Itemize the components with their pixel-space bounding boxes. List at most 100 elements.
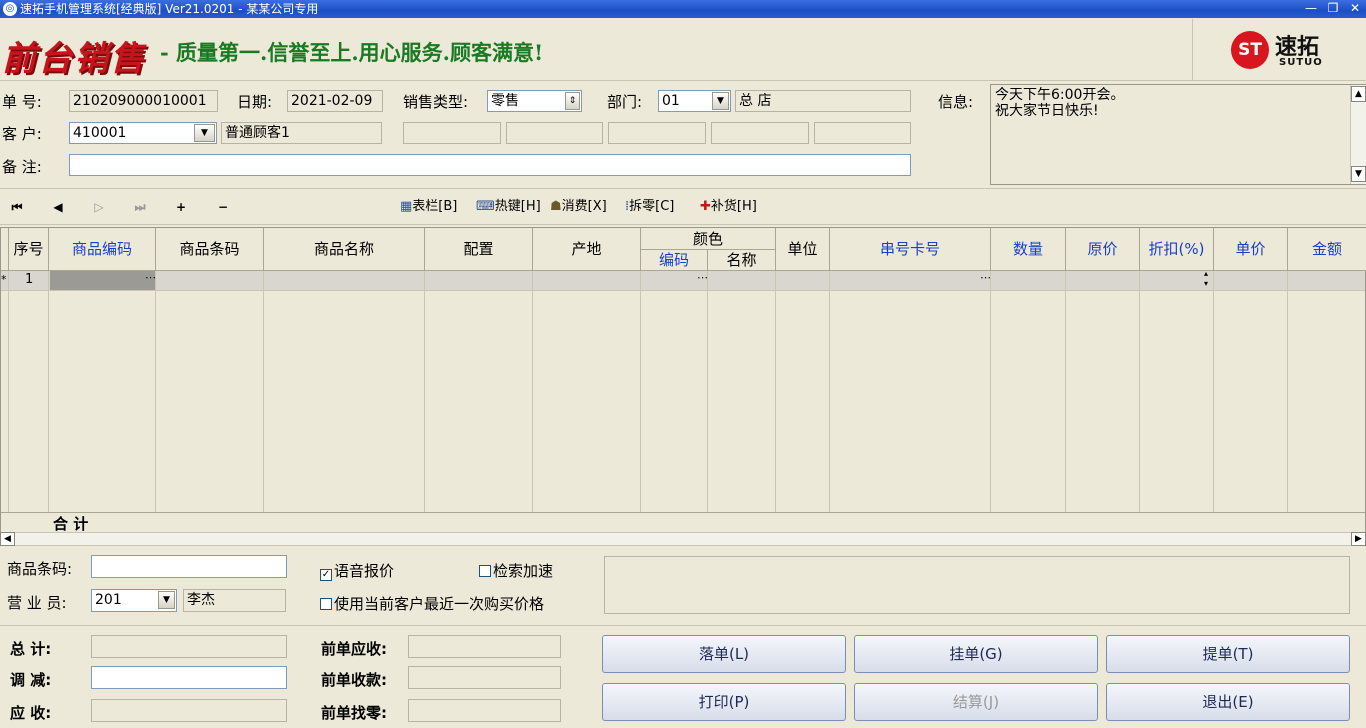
extra-field-3 bbox=[608, 122, 706, 144]
add-row-icon[interactable]: + bbox=[172, 197, 190, 217]
customer-code-select[interactable]: 410001 ▼ bbox=[69, 122, 217, 144]
scroll-left-icon[interactable]: ◀ bbox=[0, 532, 15, 546]
customer-name-field: 普通顾客1 bbox=[221, 122, 382, 144]
close-button[interactable]: ✕ bbox=[1344, 0, 1366, 18]
message-panel bbox=[604, 556, 1350, 614]
hotkey-button[interactable]: ⌨热键[H] bbox=[476, 197, 541, 217]
col-header-config[interactable]: 配置 bbox=[425, 228, 533, 271]
retrieve-order-button[interactable]: 提单(T) bbox=[1106, 635, 1350, 673]
col-header-color-code[interactable]: 编码 bbox=[641, 250, 708, 271]
slogan: - 质量第一.信誉至上.用心服务.顾客满意! bbox=[160, 40, 544, 65]
adjust-input[interactable] bbox=[91, 666, 287, 689]
last-record-icon[interactable]: ⏭ bbox=[131, 197, 149, 217]
voice-checkbox[interactable]: ✓ 语音报价 bbox=[320, 560, 394, 581]
keyboard-icon: ⌨ bbox=[476, 199, 495, 214]
column-settings-label: 表栏[B] bbox=[412, 199, 458, 214]
col-header-product-code[interactable]: 商品编码 bbox=[49, 228, 156, 271]
grid-col bbox=[1066, 271, 1140, 531]
col-header-amount[interactable]: 金额 bbox=[1288, 228, 1366, 271]
place-order-button[interactable]: 落单(L) bbox=[602, 635, 846, 673]
column-settings-button[interactable]: ▦表栏[B] bbox=[400, 197, 457, 217]
split-button[interactable]: ⁞拆零[C] bbox=[625, 197, 674, 217]
consume-label: 消费[X] bbox=[561, 199, 607, 214]
spin-icon[interactable]: ⇕ bbox=[565, 92, 580, 110]
col-header-barcode[interactable]: 商品条码 bbox=[156, 228, 264, 271]
first-record-icon[interactable]: ⏮ bbox=[8, 197, 26, 217]
total-label: 总 计: bbox=[10, 640, 52, 658]
scroll-up-icon[interactable]: ▲ bbox=[1351, 86, 1366, 102]
hold-order-button[interactable]: 挂单(G) bbox=[854, 635, 1098, 673]
chevron-down-icon[interactable]: ▼ bbox=[158, 591, 175, 609]
total-row: 合 计 bbox=[1, 512, 1365, 533]
col-header-product-name[interactable]: 商品名称 bbox=[264, 228, 425, 271]
prev-record-icon[interactable]: ◀ bbox=[49, 197, 67, 217]
chevron-down-icon[interactable]: ▼ bbox=[712, 92, 729, 110]
col-header-color-group: 颜色 bbox=[641, 228, 776, 250]
chevron-down-icon[interactable]: ▼ bbox=[194, 124, 215, 142]
restore-button[interactable]: ❐ bbox=[1322, 0, 1344, 18]
col-header-qty[interactable]: 数量 bbox=[991, 228, 1066, 271]
col-header-seq[interactable]: 序号 bbox=[9, 228, 49, 271]
total-row-label: 合 计 bbox=[53, 515, 89, 533]
sale-type-select[interactable]: 零售 ⇕ bbox=[487, 90, 582, 112]
receivable-field bbox=[91, 699, 287, 722]
banner: 前台销售 - 质量第一.信誉至上.用心服务.顾客满意! bbox=[0, 19, 1366, 81]
grid-col bbox=[49, 271, 156, 531]
last-price-checkbox[interactable]: 使用当前客户最近一次购买价格 bbox=[320, 593, 544, 614]
next-record-icon[interactable]: ▷ bbox=[90, 197, 108, 217]
grid-col bbox=[1140, 271, 1214, 531]
search-speed-checkbox[interactable]: 检索加速 bbox=[479, 560, 553, 581]
row-indicator-header bbox=[1, 228, 9, 271]
info-box[interactable]: 今天下午6:00开会。 祝大家节日快乐! bbox=[990, 84, 1366, 185]
exit-button[interactable]: 退出(E) bbox=[1106, 683, 1350, 721]
dept-code-value: 01 bbox=[662, 93, 680, 109]
sales-name-field: 李杰 bbox=[183, 589, 286, 612]
brand-logo: ST 速拓 SUTUO bbox=[1192, 19, 1366, 81]
sale-type-label: 销售类型: bbox=[403, 93, 469, 111]
barcode-label: 商品条码: bbox=[7, 560, 73, 578]
barcode-input[interactable] bbox=[91, 555, 287, 578]
restock-button[interactable]: ✚补货[H] bbox=[700, 197, 757, 217]
prev-received-label: 前单收款: bbox=[321, 671, 387, 689]
checkbox-icon[interactable] bbox=[479, 565, 491, 577]
col-header-color-name[interactable]: 名称 bbox=[708, 250, 776, 271]
delete-row-icon[interactable]: − bbox=[214, 197, 232, 217]
consume-icon: ☗ bbox=[550, 199, 562, 214]
info-label: 信息: bbox=[938, 93, 974, 111]
col-header-serial[interactable]: 串号卡号 bbox=[830, 228, 991, 271]
brand-name-en: SUTUO bbox=[1279, 57, 1323, 68]
checkbox-checked-icon[interactable]: ✓ bbox=[320, 569, 332, 581]
date-field[interactable]: 2021-02-09 bbox=[287, 90, 383, 112]
print-button[interactable]: 打印(P) bbox=[602, 683, 846, 721]
prev-receivable-label: 前单应收: bbox=[321, 640, 387, 658]
consume-button[interactable]: ☗消费[X] bbox=[550, 197, 607, 217]
sales-grid[interactable]: 序号 商品编码 商品条码 商品名称 配置 产地 颜色 编码 名称 单位 串号卡号… bbox=[0, 227, 1366, 533]
sales-label: 营 业 员: bbox=[7, 594, 67, 612]
scroll-down-icon[interactable]: ▼ bbox=[1351, 166, 1366, 182]
extra-field-5 bbox=[814, 122, 911, 144]
col-header-unit-price[interactable]: 单价 bbox=[1214, 228, 1288, 271]
col-header-orig-price[interactable]: 原价 bbox=[1066, 228, 1140, 271]
info-scrollbar[interactable]: ▲ ▼ bbox=[1350, 85, 1366, 184]
scroll-right-icon[interactable]: ▶ bbox=[1351, 532, 1366, 546]
grid-col bbox=[1214, 271, 1288, 531]
dept-code-select[interactable]: 01 ▼ bbox=[658, 90, 731, 112]
grid-hscrollbar[interactable]: ◀ ▶ bbox=[0, 532, 1366, 546]
sales-code-select[interactable]: 201 ▼ bbox=[91, 589, 177, 612]
app-icon: ◎ bbox=[3, 2, 17, 16]
grid-col bbox=[9, 271, 49, 531]
checkbox-icon[interactable] bbox=[320, 598, 332, 610]
extra-field-1 bbox=[403, 122, 501, 144]
col-header-discount[interactable]: 折扣(%) bbox=[1140, 228, 1214, 271]
remark-label: 备 注: bbox=[2, 158, 42, 176]
order-no-field[interactable]: 210209000010001 bbox=[69, 90, 218, 112]
prev-change-label: 前单找零: bbox=[321, 704, 387, 722]
prev-received-field bbox=[408, 666, 561, 689]
col-header-unit[interactable]: 单位 bbox=[776, 228, 830, 271]
adjust-label: 调 减: bbox=[10, 671, 52, 689]
checkout-button[interactable]: 结算(J) bbox=[854, 683, 1098, 721]
remark-input[interactable] bbox=[69, 154, 911, 176]
col-header-origin[interactable]: 产地 bbox=[533, 228, 641, 271]
customer-code-value: 410001 bbox=[73, 125, 127, 141]
minimize-button[interactable]: — bbox=[1300, 0, 1322, 18]
